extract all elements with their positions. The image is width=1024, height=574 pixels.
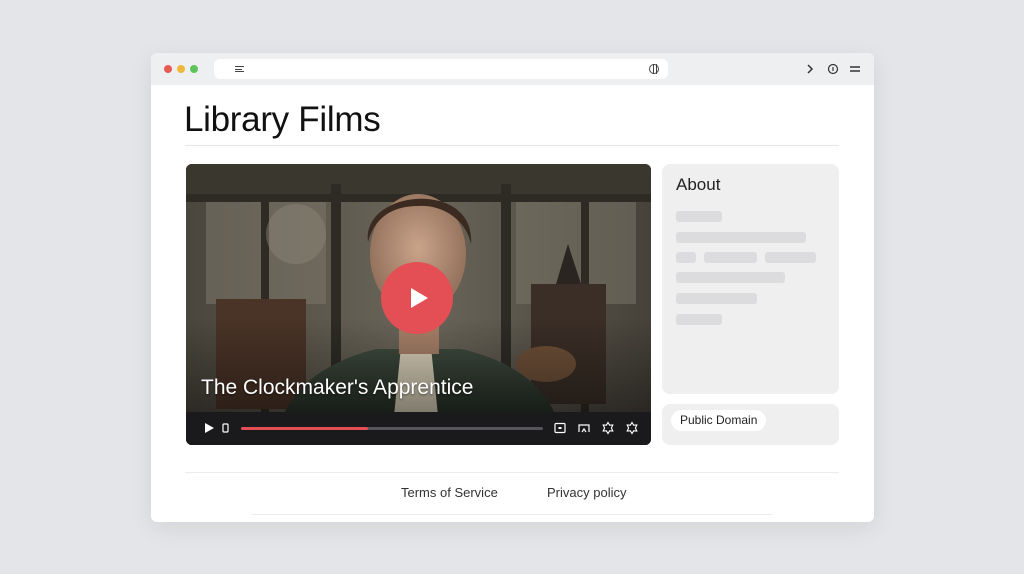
volume-icon[interactable] bbox=[219, 421, 233, 435]
maximize-window-dot[interactable] bbox=[190, 65, 198, 73]
menu-lines-icon[interactable] bbox=[235, 66, 244, 72]
video-title: The Clockmaker's Apprentice bbox=[201, 376, 474, 399]
placeholder-line bbox=[765, 252, 816, 263]
video-player[interactable]: The Clockmaker's Apprentice bbox=[186, 164, 651, 445]
info-icon[interactable] bbox=[827, 62, 839, 76]
browser-window: Library Films The Clockmaker's Apprentic… bbox=[151, 53, 874, 522]
title-divider bbox=[185, 145, 839, 146]
page-title: Library Films bbox=[184, 100, 381, 139]
captions-icon[interactable] bbox=[553, 421, 567, 435]
placeholder-line bbox=[704, 252, 757, 263]
placeholder-line bbox=[676, 252, 696, 263]
settings-icon[interactable] bbox=[601, 421, 615, 435]
play-icon[interactable] bbox=[202, 421, 216, 435]
footer-bottom-divider bbox=[252, 514, 772, 515]
footer-divider bbox=[185, 472, 839, 473]
browser-toolbar bbox=[151, 53, 874, 85]
placeholder-line bbox=[676, 314, 722, 325]
fullscreen-icon[interactable] bbox=[625, 421, 639, 435]
cast-icon[interactable] bbox=[577, 421, 591, 435]
big-play-button[interactable] bbox=[381, 262, 453, 334]
chevron-right-icon[interactable] bbox=[806, 62, 814, 76]
license-badge[interactable]: Public Domain bbox=[671, 410, 767, 431]
placeholder-line bbox=[676, 293, 757, 304]
about-heading: About bbox=[676, 175, 721, 194]
address-bar[interactable] bbox=[214, 59, 668, 79]
license-panel: Public Domain bbox=[662, 404, 839, 445]
globe-icon[interactable] bbox=[649, 64, 659, 74]
play-icon bbox=[411, 288, 428, 308]
about-panel: About bbox=[662, 164, 839, 394]
progress-fill bbox=[241, 427, 368, 430]
placeholder-line bbox=[676, 272, 785, 283]
progress-bar[interactable] bbox=[241, 427, 543, 430]
hamburger-menu-icon[interactable] bbox=[849, 62, 861, 76]
player-control-bar bbox=[186, 412, 651, 445]
close-window-dot[interactable] bbox=[164, 65, 172, 73]
terms-of-service-link[interactable]: Terms of Service bbox=[401, 485, 498, 500]
placeholder-line bbox=[676, 232, 806, 243]
privacy-policy-link[interactable]: Privacy policy bbox=[547, 485, 626, 500]
minimize-window-dot[interactable] bbox=[177, 65, 185, 73]
placeholder-line bbox=[676, 211, 722, 222]
